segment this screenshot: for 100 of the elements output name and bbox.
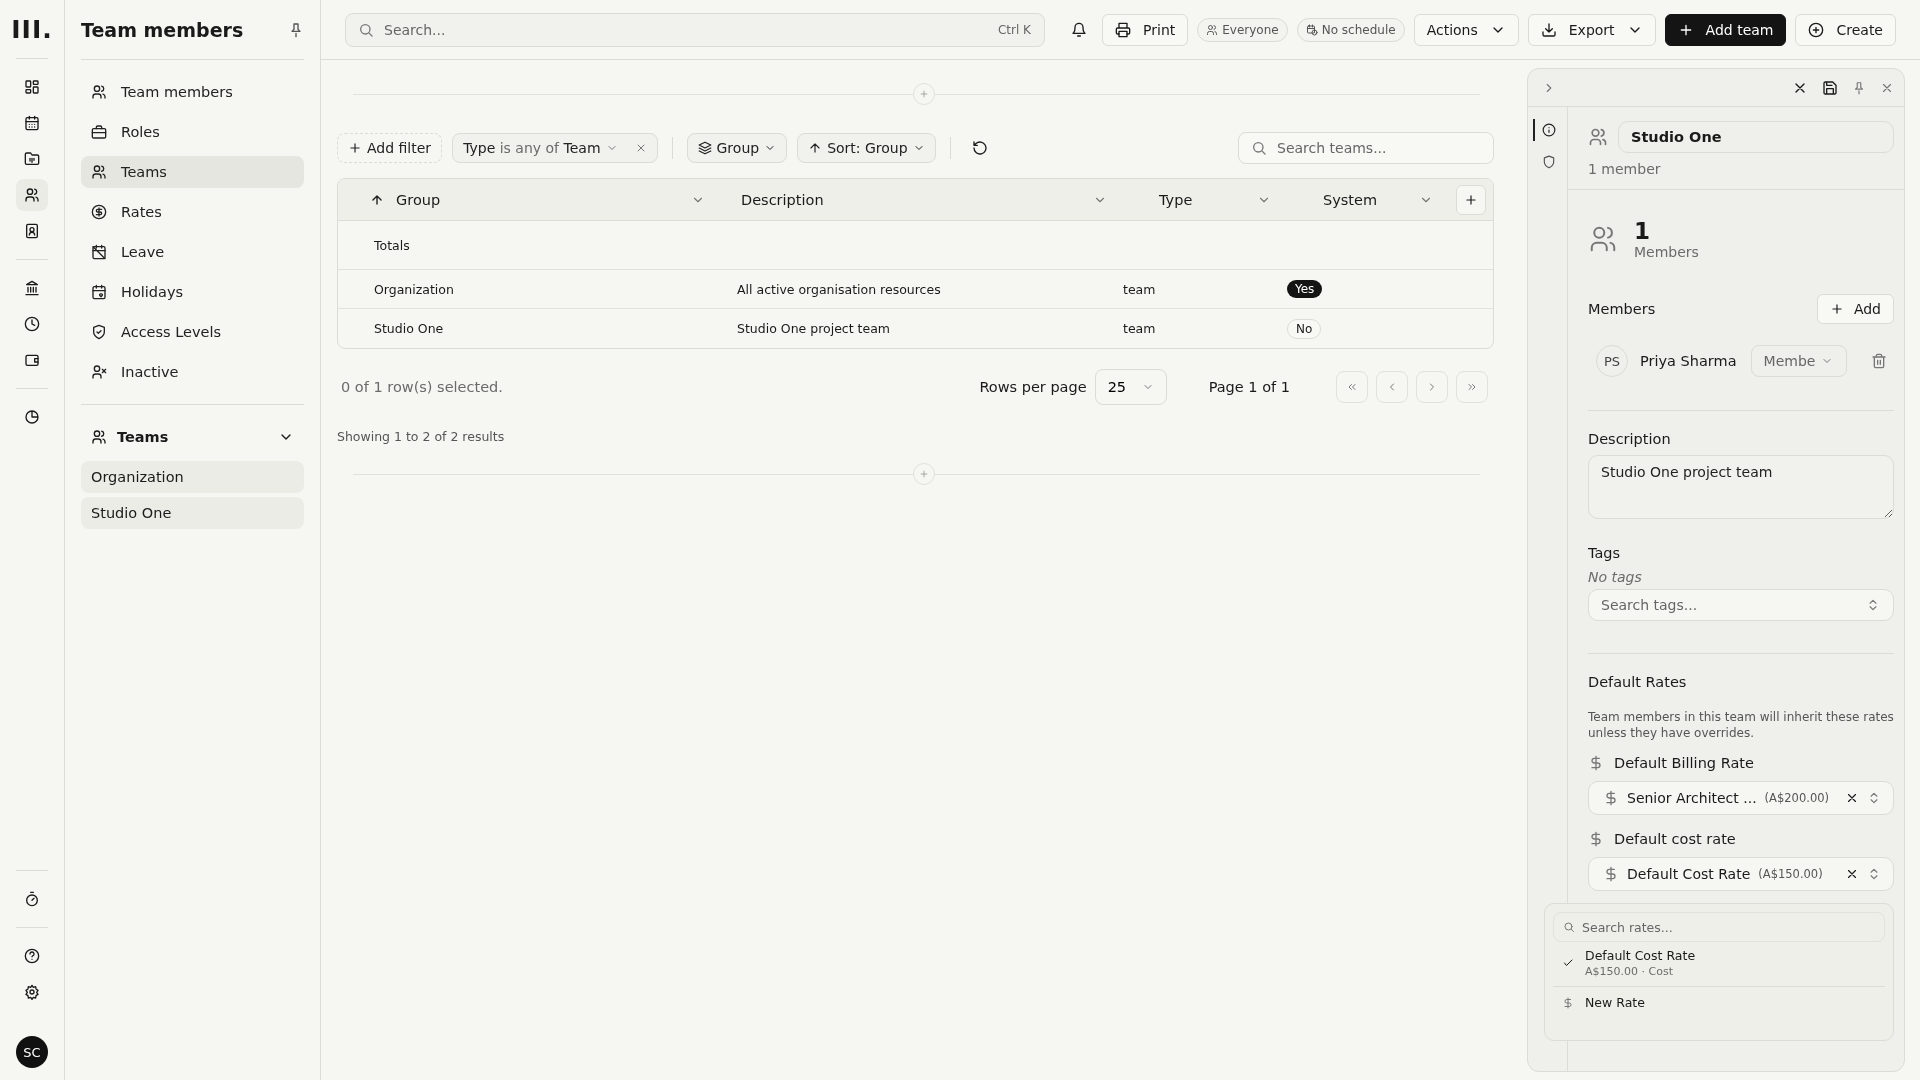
column-header[interactable]: Description xyxy=(721,179,1123,220)
sort-button[interactable]: Sort: Group xyxy=(797,133,936,163)
users-icon xyxy=(1206,23,1219,36)
dollar-icon xyxy=(1603,790,1619,807)
team-item[interactable]: Studio One xyxy=(81,497,304,529)
role-select[interactable]: Membe xyxy=(1750,345,1847,377)
pie-chart-icon[interactable] xyxy=(24,409,40,425)
team-item[interactable]: Organization xyxy=(81,461,304,493)
section-header[interactable]: Teams xyxy=(81,421,304,453)
table-cell-text: team xyxy=(1123,321,1157,336)
plus-icon xyxy=(1464,192,1478,207)
clock-icon[interactable] xyxy=(24,316,40,332)
users-icon xyxy=(1588,224,1618,254)
system-badge: Yes xyxy=(1287,280,1323,298)
help-icon[interactable] xyxy=(24,948,40,964)
refresh-icon[interactable] xyxy=(971,140,988,156)
save-icon[interactable] xyxy=(1822,79,1838,96)
arrow-up-icon xyxy=(808,141,823,155)
sidebar-title: Team members xyxy=(81,18,244,41)
plus-icon xyxy=(918,89,929,99)
dollar-icon xyxy=(1588,755,1604,772)
tags-select[interactable]: Search tags... xyxy=(1588,589,1894,621)
sidebar-item[interactable]: Team members xyxy=(81,76,304,108)
sidebar-item[interactable]: Teams xyxy=(81,156,304,188)
shield-icon xyxy=(91,324,107,340)
pin-icon[interactable] xyxy=(288,21,304,38)
bell-icon[interactable] xyxy=(1070,21,1087,38)
timer-icon[interactable] xyxy=(24,891,40,907)
user-x-icon xyxy=(91,364,107,380)
schedule-chip[interactable]: No schedule xyxy=(1296,17,1405,42)
name-field[interactable]: Studio One xyxy=(1618,121,1894,153)
wallet-icon[interactable] xyxy=(24,352,40,368)
contact-book-icon[interactable] xyxy=(24,223,40,239)
layers-icon xyxy=(697,141,712,155)
search-field[interactable]: Search rates... xyxy=(1553,912,1885,942)
calendar-clock-icon xyxy=(1305,23,1318,36)
sidebar-item[interactable]: Leave xyxy=(81,236,304,268)
user-avatar[interactable]: SC xyxy=(16,1036,48,1068)
rows-per-page-select[interactable]: 25 xyxy=(1094,369,1167,405)
info-icon xyxy=(1541,123,1556,137)
pin-icon[interactable] xyxy=(1852,80,1866,95)
print-button[interactable]: Print xyxy=(1102,13,1189,46)
shield-icon xyxy=(1541,155,1556,169)
column-header[interactable]: Group xyxy=(338,179,721,220)
table-cell-text: All active organisation resources xyxy=(736,281,942,297)
rate-label: Default Billing Rate xyxy=(1614,755,1754,772)
sidebar-item[interactable]: Rates xyxy=(81,196,304,228)
field-label: Description xyxy=(1588,431,1672,447)
users-icon[interactable] xyxy=(24,187,40,203)
folder-icon[interactable] xyxy=(24,151,40,167)
group-button[interactable]: Group xyxy=(686,133,788,163)
table-cell-text: Studio One project team xyxy=(736,321,891,336)
rates-note: Team members in this team will inherit these rates unless they have overrides. xyxy=(1588,710,1894,742)
plus-circle-icon xyxy=(1808,21,1825,38)
add-column-button[interactable] xyxy=(1456,184,1486,215)
rate-option[interactable]: Default Cost Rate A$150.00 · Cost xyxy=(1553,942,1885,984)
bank-icon[interactable] xyxy=(24,280,40,296)
calendar-x-icon xyxy=(91,244,107,260)
selection-count: 0 of 1 row(s) selected. xyxy=(341,379,503,395)
last-page-icon xyxy=(1466,381,1478,393)
settings-icon[interactable] xyxy=(24,984,40,1000)
plus-icon xyxy=(1829,302,1844,316)
dollar-icon xyxy=(1603,866,1619,883)
column-header[interactable]: System xyxy=(1287,179,1449,220)
plus-icon xyxy=(348,141,362,155)
rows-per-page-label: Rows per page xyxy=(979,379,1087,395)
export-button[interactable]: Export xyxy=(1527,13,1656,46)
filter-chip[interactable]: Type is any of Team xyxy=(452,133,658,163)
check-icon xyxy=(1562,957,1574,969)
rate-select[interactable]: Senior Architect ... (A$200.00) xyxy=(1588,781,1894,816)
column-header[interactable]: Type xyxy=(1123,179,1287,220)
rate-label: Default cost rate xyxy=(1614,831,1736,848)
new-rate-option[interactable]: New Rate xyxy=(1553,989,1885,1016)
table-cell-text: Studio One xyxy=(373,321,445,336)
sidebar-item[interactable]: Roles xyxy=(81,116,304,148)
calendar-heart-icon xyxy=(91,284,107,300)
sidebar-item[interactable]: Access Levels xyxy=(81,316,304,348)
calendar-icon[interactable] xyxy=(24,115,40,131)
members-heading: Members xyxy=(1588,301,1656,317)
rail-button[interactable] xyxy=(16,179,48,211)
trash-icon[interactable] xyxy=(1870,353,1887,369)
actions-button[interactable]: Actions xyxy=(1413,13,1519,46)
logo[interactable]: III. xyxy=(11,14,53,46)
search-field[interactable]: Search teams... xyxy=(1238,132,1494,164)
add-team-button[interactable]: Add team xyxy=(1664,13,1787,46)
add-member-button[interactable]: Add xyxy=(1816,294,1894,324)
dollar-icon xyxy=(1588,831,1604,848)
sidebar-item[interactable]: Holidays xyxy=(81,276,304,308)
add-filter-button[interactable]: Add filter xyxy=(337,133,443,163)
table-cell-text: Organization xyxy=(373,281,455,297)
rate-select[interactable]: Default Cost Rate (A$150.00) xyxy=(1588,857,1894,892)
sidebar-item[interactable]: Inactive xyxy=(81,356,304,388)
create-button[interactable]: Create xyxy=(1795,13,1896,46)
dollar-icon xyxy=(1562,996,1574,1009)
results-summary: Showing 1 to 2 of 2 results xyxy=(337,429,506,444)
filter-text: Type is any of Team xyxy=(463,140,601,156)
dashboard-icon[interactable] xyxy=(24,79,40,95)
briefcase-icon xyxy=(91,124,107,140)
description-field[interactable]: Studio One project team xyxy=(1588,455,1894,519)
filter-chip[interactable]: Everyone xyxy=(1197,17,1288,42)
